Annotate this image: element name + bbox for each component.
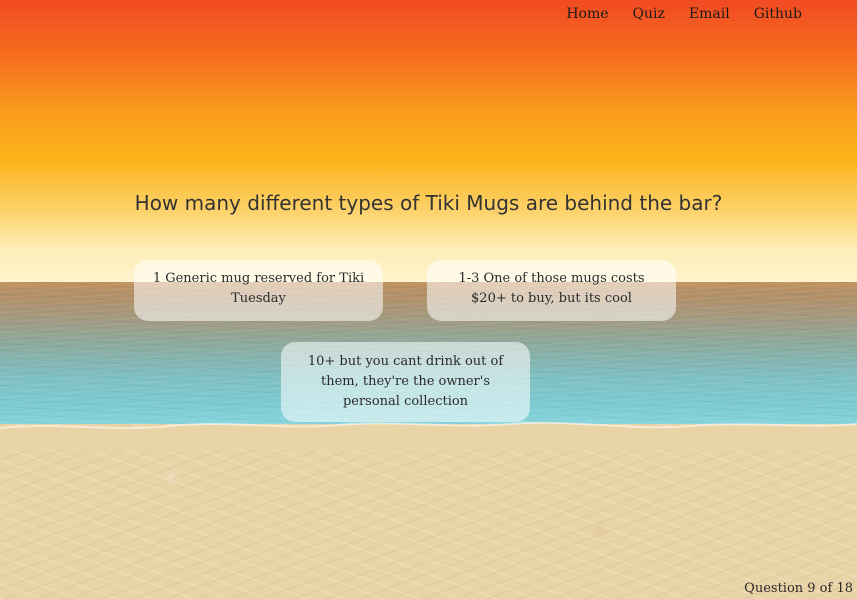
answer-option-label: 1-3 One of those mugs costs $20+ to buy,…: [458, 271, 645, 306]
answer-option-label: 1 Generic mug reserved for Tiki Tuesday: [152, 271, 365, 306]
nav-home-link[interactable]: Home: [566, 6, 608, 22]
question-progress: Question 9 of 18: [744, 581, 853, 596]
sand: [0, 424, 857, 599]
answer-option-label: 10+ but you cant drink out of them, they…: [307, 354, 504, 409]
nav-github-link[interactable]: Github: [754, 6, 802, 22]
sunset-sky: [0, 0, 857, 284]
top-nav: Home Quiz Email Github: [566, 6, 802, 22]
nav-quiz-link[interactable]: Quiz: [633, 6, 665, 22]
answer-option-2[interactable]: 1-3 One of those mugs costs $20+ to buy,…: [427, 260, 676, 321]
question-text: How many different types of Tiki Mugs ar…: [134, 191, 723, 215]
answer-option-3[interactable]: 10+ but you cant drink out of them, they…: [281, 342, 530, 422]
nav-email-link[interactable]: Email: [689, 6, 730, 22]
answer-option-1[interactable]: 1 Generic mug reserved for Tiki Tuesday: [134, 260, 383, 321]
